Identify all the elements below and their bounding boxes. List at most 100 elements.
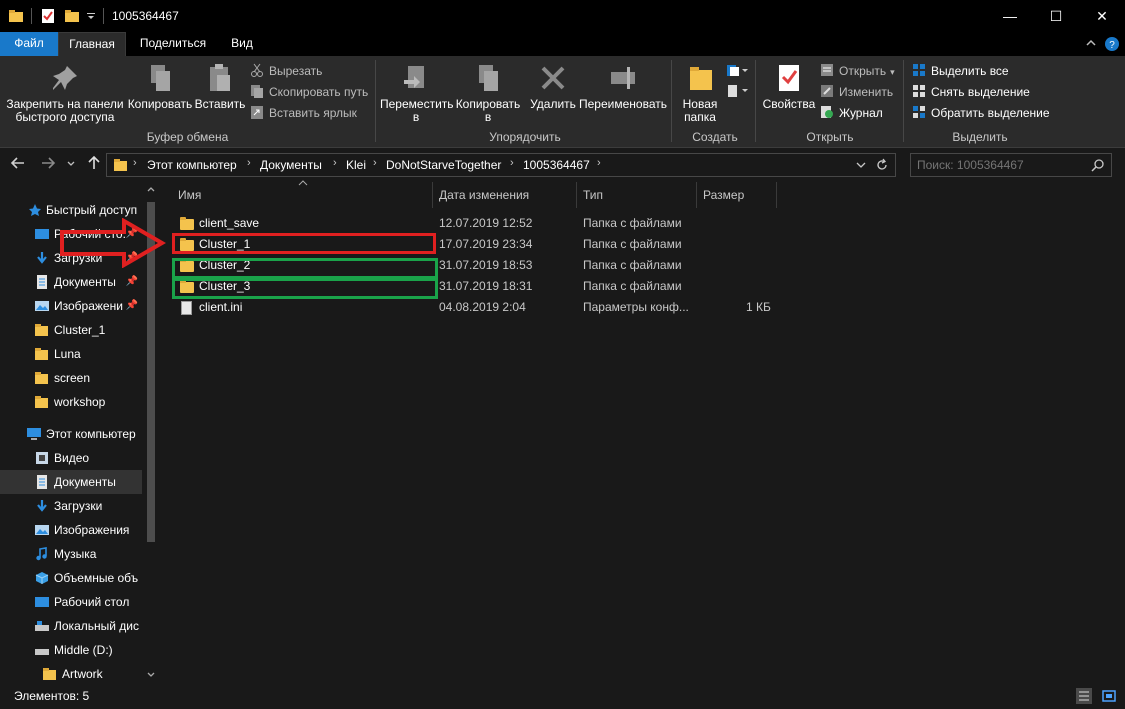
search-box[interactable] (910, 153, 1112, 177)
open-button[interactable]: Открыть ▾ (820, 62, 895, 80)
nav-3d-objects[interactable]: Объемные объ (0, 566, 142, 590)
address-dropdown-icon[interactable] (855, 159, 867, 171)
properties-icon[interactable] (40, 8, 56, 24)
move-to-button[interactable]: Переместить в (380, 60, 454, 124)
nav-label: Документы (54, 475, 116, 489)
breadcrumb-klei[interactable]: Klei (346, 158, 366, 172)
new-folder-button[interactable]: Новая папка (678, 60, 722, 124)
copy-path-button[interactable]: Скопировать путь (250, 83, 368, 101)
address-bar[interactable]: › Этот компьютер › Документы › Klei › Do… (106, 153, 896, 177)
properties-button[interactable]: Свойства (760, 60, 818, 111)
nav-artwork[interactable]: Artwork (0, 662, 142, 684)
new-item-icon[interactable] (726, 64, 748, 78)
tab-view[interactable]: Вид (222, 32, 262, 56)
breadcrumb-chevron-icon[interactable]: › (510, 157, 514, 169)
breadcrumb-chevron-icon[interactable]: › (333, 157, 337, 169)
nav-video[interactable]: Видео (0, 446, 142, 470)
details-view-icon[interactable] (1076, 688, 1092, 704)
delete-x-icon (541, 66, 565, 90)
refresh-icon[interactable] (875, 158, 889, 172)
nav-cluster-1[interactable]: Cluster_1 (0, 318, 142, 342)
scroll-down-icon[interactable] (146, 670, 156, 680)
pictures-icon (35, 301, 49, 311)
desktop-icon (35, 597, 49, 607)
nav-pictures-pinned[interactable]: Изображени 📌 (0, 294, 142, 318)
file-date: 31.07.2019 18:31 (439, 279, 533, 293)
select-all-button[interactable]: Выделить все (912, 62, 1009, 80)
nav-downloads[interactable]: Загрузки (0, 494, 142, 518)
help-icon[interactable]: ? (1104, 36, 1120, 52)
search-input[interactable] (917, 157, 1077, 173)
nav-luna[interactable]: Luna (0, 342, 142, 366)
breadcrumb-chevron-icon[interactable]: › (133, 157, 137, 169)
invert-selection-icon (913, 106, 925, 118)
close-button[interactable]: ✕ (1079, 0, 1125, 32)
folder-icon (180, 280, 194, 293)
column-header-type[interactable]: Тип (583, 182, 603, 208)
file-row[interactable]: Cluster_3 31.07.2019 18:31 Папка с файла… (172, 276, 772, 297)
file-row[interactable]: Cluster_1 17.07.2019 23:34 Папка с файла… (172, 234, 772, 255)
nav-local-disk[interactable]: Локальный дис (0, 614, 142, 638)
forward-arrow-icon[interactable] (40, 155, 56, 171)
nav-pictures[interactable]: Изображения (0, 518, 142, 542)
pin-quick-access-button[interactable]: Закрепить на панели быстрого доступа (4, 60, 126, 124)
copy-to-button[interactable]: Копировать в (452, 60, 524, 124)
file-name: Cluster_1 (199, 237, 251, 251)
nav-music[interactable]: Музыка (0, 542, 142, 566)
breadcrumb-chevron-icon[interactable]: › (247, 157, 251, 169)
maximize-button[interactable]: ☐ (1033, 0, 1079, 32)
back-arrow-icon[interactable] (10, 155, 26, 171)
column-divider[interactable] (576, 182, 577, 208)
history-button[interactable]: Журнал (820, 104, 883, 122)
recent-locations-chevron-icon[interactable] (66, 155, 76, 171)
tab-share[interactable]: Поделиться (130, 32, 216, 56)
nav-workshop[interactable]: workshop (0, 390, 142, 414)
column-header-date[interactable]: Дата изменения (439, 182, 529, 208)
breadcrumb-documents[interactable]: Документы (260, 158, 322, 172)
delete-button[interactable]: Удалить (528, 60, 578, 111)
file-row[interactable]: Cluster_2 31.07.2019 18:53 Папка с файла… (172, 255, 772, 276)
breadcrumb-current[interactable]: 1005364467 (523, 158, 590, 172)
tab-file[interactable]: Файл (0, 32, 58, 56)
cut-button[interactable]: Вырезать (250, 62, 322, 80)
open-label: Открыть (839, 64, 887, 78)
file-row[interactable]: client_save 12.07.2019 12:52 Папка с фай… (172, 213, 772, 234)
column-divider[interactable] (696, 182, 697, 208)
easy-access-icon[interactable] (726, 84, 748, 98)
column-divider[interactable] (432, 182, 433, 208)
ribbon: Закрепить на панели быстрого доступа Коп… (0, 56, 1125, 148)
new-folder-icon[interactable] (64, 8, 80, 24)
column-header-name[interactable]: Имя (178, 182, 201, 208)
column-header-size[interactable]: Размер (703, 182, 744, 208)
folder-icon (180, 238, 194, 251)
column-divider[interactable] (776, 182, 777, 208)
documents-icon (37, 475, 47, 489)
collapse-ribbon-icon[interactable] (1085, 36, 1097, 50)
nav-desktop[interactable]: Рабочий стол (0, 590, 142, 614)
invert-selection-button[interactable]: Обратить выделение (912, 104, 1050, 122)
nav-this-pc[interactable]: Этот компьютер (0, 422, 142, 446)
paste-button[interactable]: Вставить (194, 60, 246, 111)
paste-shortcut-button[interactable]: Вставить ярлык (250, 104, 357, 122)
nav-screen[interactable]: screen (0, 366, 142, 390)
edit-button[interactable]: Изменить (820, 83, 893, 101)
up-arrow-icon[interactable] (86, 155, 102, 171)
minimize-button[interactable]: — (987, 0, 1033, 32)
tab-home[interactable]: Главная (58, 32, 126, 56)
customize-toolbar-icon[interactable] (86, 8, 96, 24)
nav-middle-d[interactable]: Middle (D:) (0, 638, 142, 662)
search-icon[interactable] (1091, 158, 1105, 172)
select-none-button[interactable]: Снять выделение (912, 83, 1030, 101)
file-name: Cluster_2 (199, 258, 251, 272)
scroll-up-icon[interactable] (146, 184, 156, 194)
nav-documents-pinned[interactable]: Документы 📌 (0, 270, 142, 294)
breadcrumb-this-pc[interactable]: Этот компьютер (147, 158, 237, 172)
rename-button[interactable]: Переименовать (578, 60, 668, 111)
file-row[interactable]: client.ini 04.08.2019 2:04 Параметры кон… (172, 297, 772, 318)
breadcrumb-dontstarve[interactable]: DoNotStarveTogether (386, 158, 501, 172)
breadcrumb-chevron-icon[interactable]: › (373, 157, 377, 169)
breadcrumb-chevron-icon[interactable]: › (597, 157, 601, 169)
nav-documents[interactable]: Документы (0, 470, 142, 494)
copy-button[interactable]: Копировать (126, 60, 194, 111)
large-icons-view-icon[interactable] (1101, 688, 1117, 704)
